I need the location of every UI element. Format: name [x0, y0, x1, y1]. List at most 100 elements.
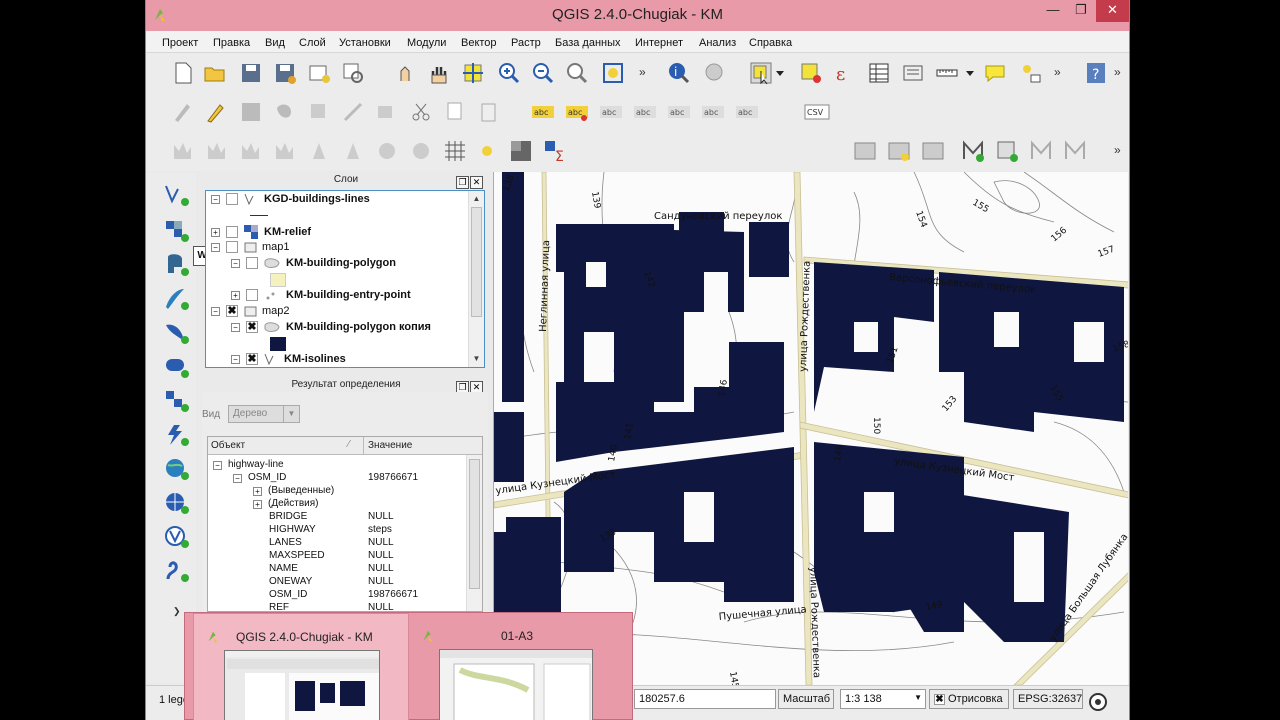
paste-features-icon[interactable] — [477, 100, 501, 124]
add-wfs-layer-icon[interactable] — [164, 457, 190, 481]
taskbar-preview-a3[interactable]: 01-A3 — [421, 613, 629, 720]
simplify-feature-icon[interactable] — [171, 139, 195, 163]
collapse-icon[interactable]: − — [211, 194, 220, 204]
layer-row[interactable]: − KGD-buildings-lines — [211, 193, 370, 209]
layer-checkbox[interactable]: ✖ — [246, 353, 258, 366]
group-checkbox[interactable]: ✖ — [226, 305, 238, 318]
pan-map-icon[interactable] — [427, 61, 451, 85]
add-raster-layer-icon[interactable] — [164, 219, 190, 243]
add-wcs-layer-icon[interactable] — [164, 423, 190, 447]
move-annotation-icon[interactable] — [1019, 61, 1043, 85]
measure-line-icon[interactable] — [935, 61, 959, 85]
layer-row[interactable]: + KM-building-entry-point — [231, 289, 411, 305]
pan-to-selection-icon[interactable] — [461, 61, 485, 85]
split-features-icon[interactable] — [443, 139, 467, 163]
collapse-icon[interactable]: − — [231, 354, 240, 364]
identify-row[interactable]: NAME NULL — [208, 563, 466, 576]
save-layer-edits-icon[interactable] — [239, 100, 263, 124]
menu-plugins[interactable]: Модули — [407, 33, 446, 49]
menu-database[interactable]: База данных — [555, 33, 621, 49]
close-panel-icon[interactable]: ✕ — [470, 176, 483, 189]
text-annotation-icon[interactable] — [983, 61, 1007, 85]
delete-selected-icon[interactable] — [375, 100, 399, 124]
collapse-icon[interactable]: − — [211, 242, 220, 252]
new-project-icon[interactable] — [171, 61, 195, 85]
delete-ring-icon[interactable] — [307, 139, 331, 163]
left-toolbar-overflow-icon[interactable]: ❯ — [173, 606, 181, 617]
split-parts-icon[interactable] — [477, 139, 501, 163]
attribute-table-icon[interactable] — [867, 61, 891, 85]
menu-analysis[interactable]: Анализ — [699, 33, 736, 49]
scroll-thumb[interactable] — [469, 459, 480, 589]
select-features-icon[interactable] — [749, 61, 773, 85]
offset-curve-icon[interactable] — [409, 139, 433, 163]
grass-tools-3-icon[interactable] — [921, 139, 945, 163]
select-dropdown-icon[interactable] — [774, 61, 786, 85]
layer-row[interactable]: − ✖ KM-building-polygon копия — [231, 321, 431, 337]
vector-tool-3-icon[interactable] — [1029, 139, 1053, 163]
menu-web[interactable]: Интернет — [635, 33, 683, 49]
collapse-icon[interactable]: − — [231, 322, 240, 332]
float-panel-icon[interactable]: ❐ — [456, 176, 469, 189]
chevron-down-icon[interactable]: ▼ — [283, 406, 299, 422]
group-row[interactable]: − ✖ map2 — [211, 305, 290, 321]
move-feature-icon[interactable] — [307, 100, 331, 124]
measure-dropdown-icon[interactable] — [964, 61, 976, 85]
grass-tools-1-icon[interactable] — [853, 139, 877, 163]
collapse-icon[interactable]: − — [231, 258, 240, 268]
crs-button[interactable]: EPSG:32637 — [1013, 689, 1083, 709]
pin-labels-icon[interactable]: abc — [565, 100, 589, 124]
move-label-icon[interactable]: abc — [633, 100, 657, 124]
add-oracle-layer-icon[interactable] — [164, 355, 190, 379]
toolbar-overflow-4-icon[interactable]: » — [1114, 143, 1121, 157]
layer-row[interactable]: + KM-relief — [211, 225, 311, 241]
cut-features-icon[interactable] — [409, 100, 433, 124]
toggle-editing-icon[interactable] — [203, 100, 227, 124]
copy-features-icon[interactable] — [443, 100, 467, 124]
menu-layer[interactable]: Слой — [299, 33, 326, 49]
chevron-down-icon[interactable]: ▼ — [914, 693, 922, 702]
identify-row[interactable]: OSM_ID 198766671 — [208, 589, 466, 602]
grass-tools-2-icon[interactable] — [887, 139, 911, 163]
layer-checkbox[interactable] — [226, 226, 238, 238]
new-print-composer-icon[interactable] — [307, 61, 331, 85]
help-contents-icon[interactable]: ? — [1084, 61, 1108, 85]
toolbar-overflow-3-icon[interactable]: » — [1114, 65, 1121, 79]
messages-icon[interactable] — [1088, 692, 1108, 712]
close-button[interactable]: ✕ — [1096, 0, 1129, 22]
toolbar-overflow-2-icon[interactable]: » — [1054, 65, 1061, 79]
scroll-up-icon[interactable]: ▲ — [471, 194, 482, 205]
scale-select[interactable]: 1:3 138 ▼ — [840, 689, 926, 709]
open-project-icon[interactable] — [203, 61, 227, 85]
delete-part-icon[interactable] — [341, 139, 365, 163]
layer-checkbox[interactable] — [246, 289, 258, 302]
menu-settings[interactable]: Установки — [339, 33, 391, 49]
group-checkbox[interactable] — [226, 241, 238, 254]
rotate-label-icon[interactable]: abc — [667, 100, 691, 124]
identify-row[interactable]: LANES NULL — [208, 537, 466, 550]
expand-icon[interactable]: + — [231, 290, 240, 300]
menu-vector[interactable]: Вектор — [461, 33, 497, 49]
zoom-in-icon[interactable] — [497, 61, 521, 85]
identify-row[interactable]: − OSM_ID 198766671 — [208, 472, 466, 485]
identify-features-icon[interactable]: i — [667, 61, 691, 85]
change-label-icon[interactable]: abc — [701, 100, 725, 124]
map-canvas[interactable]: Сандуновский переулок Варсонофьевский пе… — [493, 172, 1128, 685]
fill-ring-icon[interactable] — [273, 139, 297, 163]
identify-row[interactable]: ONEWAY NULL — [208, 576, 466, 589]
layer-checkbox[interactable]: ✖ — [246, 321, 258, 334]
render-toggle[interactable]: ✖ Отрисовка — [929, 689, 1009, 709]
vector-tool-4-icon[interactable] — [1063, 139, 1087, 163]
field-calculator-icon[interactable]: ε — [833, 61, 857, 85]
layers-scrollbar[interactable]: ▲ ▼ — [468, 191, 484, 367]
menu-raster[interactable]: Растр — [511, 33, 541, 49]
zoom-full-icon[interactable] — [601, 61, 625, 85]
add-part-icon[interactable] — [239, 139, 263, 163]
identify-row[interactable]: MAXSPEED NULL — [208, 550, 466, 563]
add-spatialite-layer-icon[interactable] — [164, 287, 190, 311]
toolbar-overflow-icon[interactable]: » — [639, 65, 646, 79]
collapse-icon[interactable]: − — [213, 461, 222, 470]
composer-manager-icon[interactable] — [341, 61, 365, 85]
identify-row[interactable]: + (Выведенные) — [208, 485, 466, 498]
node-tool-icon[interactable] — [341, 100, 365, 124]
